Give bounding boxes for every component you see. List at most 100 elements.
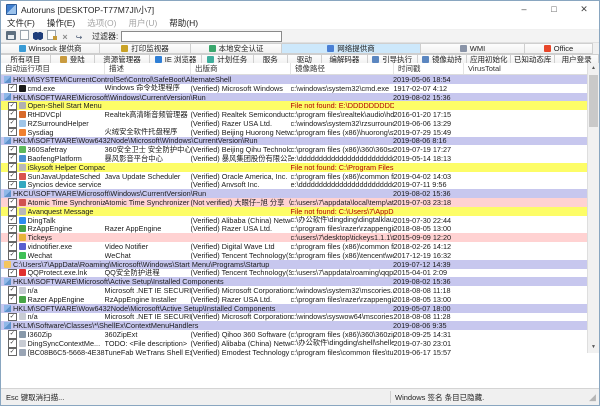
- tab-WMI[interactable]: WMI: [420, 43, 525, 54]
- scrollbar-thumb[interactable]: [589, 75, 598, 127]
- menu-item-h[interactable]: 帮助(H): [163, 18, 204, 29]
- table-row[interactable]: ✓I360Zip360ZipExt(Verified) Qihoo 360 So…: [1, 330, 599, 339]
- entry-checkbox[interactable]: ✓: [8, 84, 17, 93]
- location-path: HKLM\SOFTWARE\Wow6432Node\Microsoft\Acti…: [13, 304, 393, 313]
- entry-checkbox[interactable]: ✓: [8, 198, 17, 207]
- table-row[interactable]: ✓Open-Shell Start MenuFile not found: E:…: [1, 101, 599, 110]
- entry-checkbox[interactable]: ✓: [8, 172, 17, 181]
- entry-checkbox[interactable]: ✓: [8, 295, 17, 304]
- table-row[interactable]: HKLM\SOFTWARE\Microsoft\Windows\CurrentV…: [1, 93, 599, 102]
- logon-icon: [60, 56, 67, 63]
- column-header-镜像路径[interactable]: 镜像路径: [291, 63, 394, 74]
- timestamp-cell: 2019-07-12 14:39: [393, 260, 463, 269]
- entry-checkbox[interactable]: ✓: [8, 233, 17, 242]
- vertical-scrollbar[interactable]: ▲ ▼: [587, 63, 599, 353]
- entry-checkbox[interactable]: ✓: [8, 102, 17, 111]
- table-row[interactable]: ✓Syncios device service(Verified) Anvsof…: [1, 181, 599, 190]
- entry-checkbox[interactable]: ✓: [8, 339, 17, 348]
- table-row[interactable]: ✓cmd.exeWindows 命令处理程序(Verified) Microso…: [1, 84, 599, 93]
- refresh-icon[interactable]: [20, 30, 29, 40]
- table-row[interactable]: ✓DingTalk(Verified) Alibaba (China) Netw…: [1, 216, 599, 225]
- table-row[interactable]: ✓RtHDVCplRealtek高清晰音频管理器(Verified) Realt…: [1, 110, 599, 119]
- minimize-button[interactable]: –: [509, 1, 539, 18]
- entry-checkbox[interactable]: ✓: [8, 348, 17, 357]
- maximize-button[interactable]: □: [539, 1, 569, 18]
- close-button[interactable]: ✕: [569, 1, 599, 18]
- table-row[interactable]: ✓Razer AppEngineRzAppEngine Installer(Ve…: [1, 295, 599, 304]
- menu-item-o[interactable]: 选项(O): [81, 18, 122, 29]
- scroll-up-arrow-icon[interactable]: ▲: [588, 63, 599, 74]
- entry-checkbox[interactable]: ✓: [8, 207, 17, 216]
- table-row[interactable]: ✓n/aMicrosoft .NET IE SECURITY REGIS...(…: [1, 286, 599, 295]
- filter-input[interactable]: [121, 31, 282, 42]
- entry-checkbox[interactable]: ✓: [8, 313, 17, 322]
- entry-checkbox[interactable]: ✓: [8, 163, 17, 172]
- table-row[interactable]: ✓Avanquest MessageFile not found: C:\Use…: [1, 207, 599, 216]
- entry-checkbox[interactable]: ✓: [8, 110, 17, 119]
- tab-本地安全认证[interactable]: 本地安全认证: [190, 43, 282, 54]
- table-row[interactable]: ✓Tickeysc:\users\7\desktop\tickeys1.1.1\…: [1, 233, 599, 242]
- tab-打印监视器[interactable]: 打印监视器: [99, 43, 191, 54]
- table-row[interactable]: ✓ DingSyncContextMe...TODO: <File descrip…: [1, 339, 599, 348]
- find-icon[interactable]: [33, 31, 43, 40]
- entry-checkbox[interactable]: ✓: [8, 154, 17, 163]
- location-path: HKLM\SOFTWARE\Wow6432Node\Microsoft\Wind…: [13, 137, 393, 146]
- table-row[interactable]: ✓QQProtect.exe.lnkQQ安全防护进程(Verified) Ten…: [1, 269, 599, 278]
- tab-Office[interactable]: Office: [524, 43, 593, 54]
- properties-icon[interactable]: [47, 30, 56, 40]
- table-row[interactable]: ✓SunJavaUpdateSchedJava Update Scheduler…: [1, 172, 599, 181]
- column-header-VirusTotal[interactable]: VirusTotal: [464, 63, 589, 74]
- jump-to-entry-icon[interactable]: ↪: [74, 33, 84, 42]
- table-row[interactable]: ✓n/aMicrosoft .NET IE SECURITY REGIS...(…: [1, 313, 599, 322]
- table-row[interactable]: HKLM\Software\Classes\*\ShellEx\ContextM…: [1, 321, 599, 330]
- entry-checkbox[interactable]: ✓: [8, 330, 17, 339]
- entry-checkbox[interactable]: ✓: [8, 269, 17, 278]
- table-row[interactable]: ✓BaofengPlatform暴风影音平台中心(Verified) 暴风集团股…: [1, 154, 599, 163]
- entry-checkbox[interactable]: ✓: [8, 286, 17, 295]
- table-row[interactable]: ✓RZSurroundHelper(Verified) Razer USA Lt…: [1, 119, 599, 128]
- table-row[interactable]: ✓vidnotifier.exeVideo Notifier(Verified)…: [1, 242, 599, 251]
- table-row[interactable]: ✓Atomic Time SynchronizerAtomic Time Syn…: [1, 198, 599, 207]
- entry-checkbox[interactable]: ✓: [8, 128, 17, 137]
- menu-item-u[interactable]: 用户(U): [122, 18, 163, 29]
- column-header-时间戳[interactable]: 时间戳: [394, 63, 464, 74]
- resize-grip[interactable]: ◢: [589, 391, 599, 403]
- table-row[interactable]: HKLM\SOFTWARE\Microsoft\Active Setup\Ins…: [1, 277, 599, 286]
- tab-网络提供商[interactable]: 网络提供商: [281, 43, 421, 54]
- table-row[interactable]: HKLM\SYSTEM\CurrentControlSet\Control\Sa…: [1, 75, 599, 84]
- table-row[interactable]: HKLM\SOFTWARE\Wow6432Node\Microsoft\Acti…: [1, 304, 599, 313]
- table-row[interactable]: ✓WechatWeChat(Verified) Tencent Technolo…: [1, 251, 599, 260]
- description-cell: 暴风影音平台中心: [105, 154, 191, 163]
- table-row[interactable]: HKCU\SOFTWARE\Microsoft\Windows\CurrentV…: [1, 189, 599, 198]
- table-row[interactable]: ✓{BC08B6C5-5668-4E38-...TuneFab WeTrans …: [1, 348, 599, 357]
- entry-checkbox[interactable]: ✓: [8, 242, 17, 251]
- entry-checkbox[interactable]: ✓: [8, 251, 17, 260]
- razer-installer-icon: [19, 296, 26, 303]
- wmi-icon: [460, 45, 467, 52]
- table-row[interactable]: C:\Users\7\AppData\Roaming\Microsoft\Win…: [1, 260, 599, 269]
- filter-label: 过滤器:: [92, 31, 118, 42]
- timestamp-cell: 1917-02-07 4:12: [394, 84, 464, 93]
- description-cell: TODO: <File description>: [105, 339, 191, 348]
- entry-checkbox[interactable]: ✓: [8, 216, 17, 225]
- zip-icon: [19, 331, 26, 338]
- column-header-描述[interactable]: 描述: [105, 63, 191, 74]
- entry-name-cell: DingSyncContextMe...: [28, 339, 105, 348]
- delete-icon[interactable]: ×: [60, 33, 70, 42]
- entry-checkbox[interactable]: ✓: [8, 146, 17, 155]
- table-row[interactable]: ✓RzAppEngineRazer AppEngine(Verified) Ra…: [1, 225, 599, 234]
- scroll-down-arrow-icon[interactable]: ▼: [588, 342, 599, 353]
- table-row[interactable]: ✓360Safetray360安全卫士 安全防护中心模块(Verified) B…: [1, 145, 599, 154]
- timestamp-cell: 2019-06-06 13:29: [394, 119, 464, 128]
- syncios-icon: [19, 181, 26, 188]
- table-row[interactable]: ✓iSkysoft Helper Compact...File not foun…: [1, 163, 599, 172]
- tab-Winsock提供商[interactable]: Winsock 提供商: [0, 43, 100, 54]
- save-icon[interactable]: [6, 31, 16, 40]
- table-row[interactable]: HKLM\SOFTWARE\Wow6432Node\Microsoft\Wind…: [1, 137, 599, 146]
- entry-checkbox[interactable]: ✓: [8, 181, 17, 190]
- entry-checkbox[interactable]: ✓: [8, 119, 17, 128]
- column-header-出版商[interactable]: 出版商: [191, 63, 291, 74]
- table-row[interactable]: ✓Sysdiag火绒安全软件托盘程序(Verified) Beijing Huo…: [1, 128, 599, 137]
- entry-checkbox[interactable]: ✓: [8, 225, 17, 234]
- column-header-自动运行项目[interactable]: 自动运行项目: [1, 63, 105, 74]
